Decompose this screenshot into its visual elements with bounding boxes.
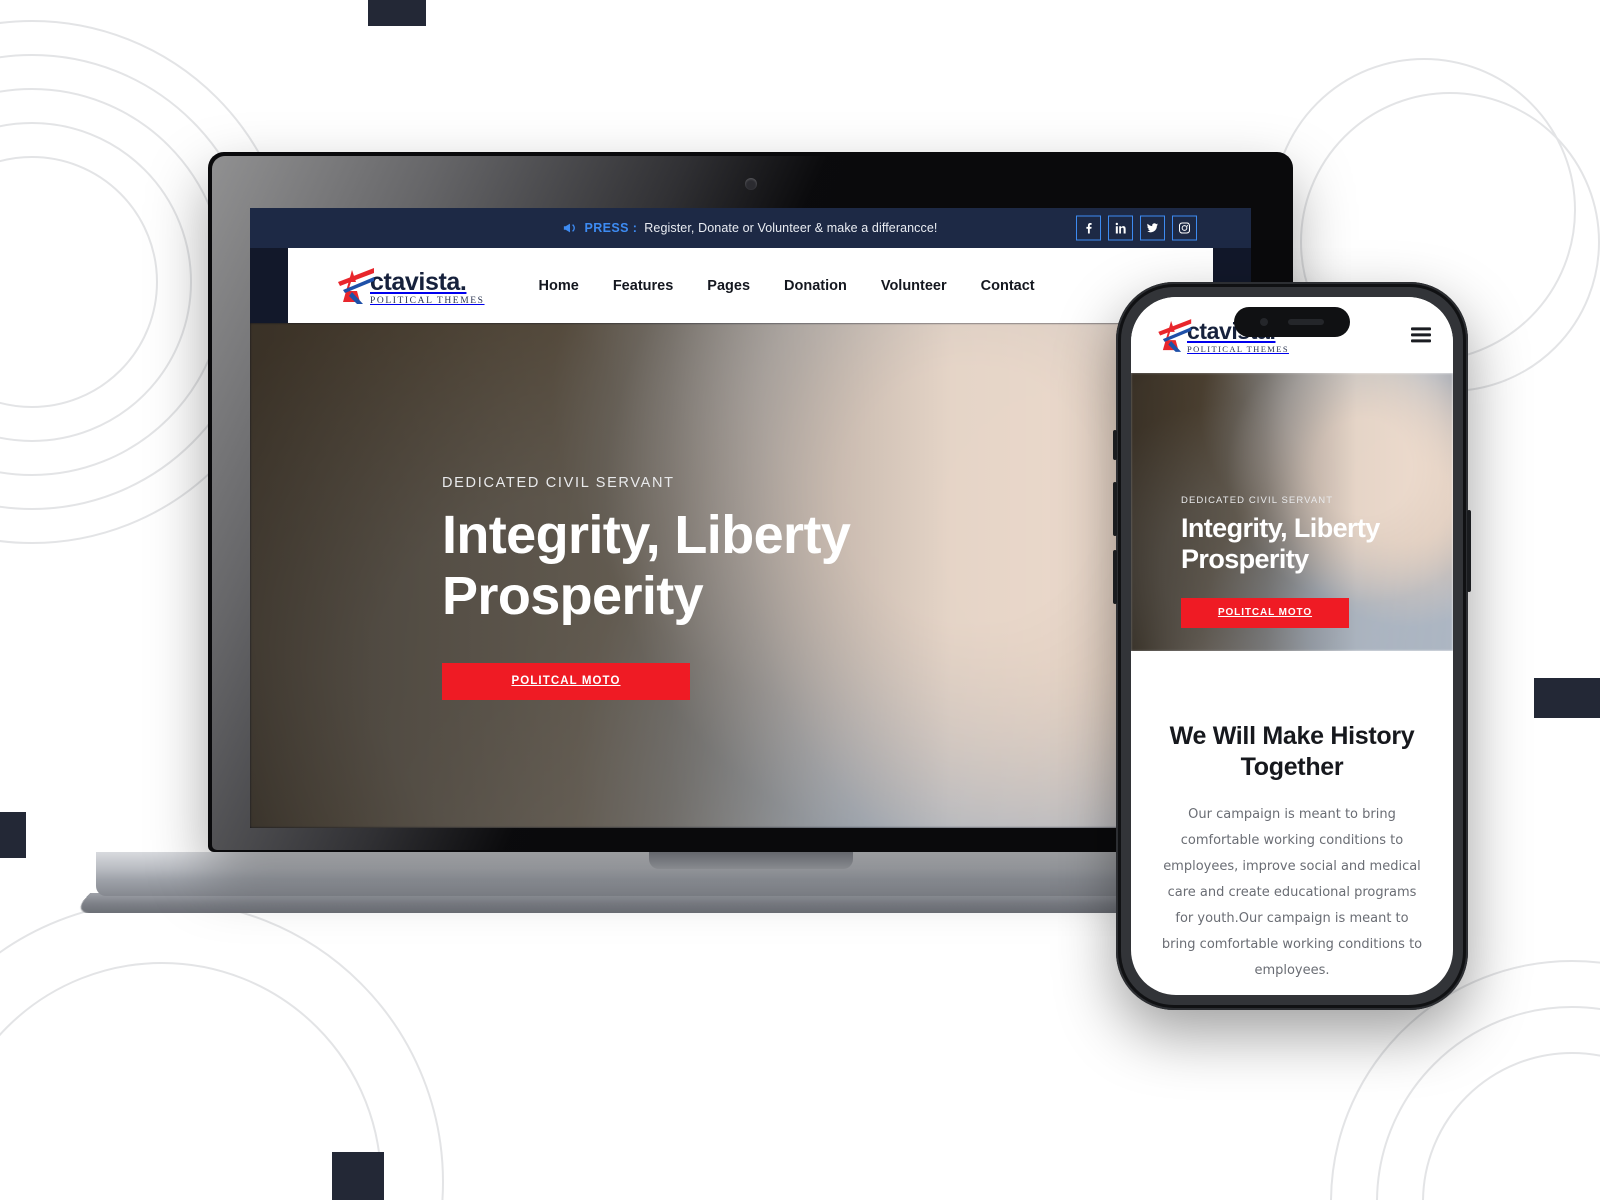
logo-subtitle: POLITICAL THEMES [370,295,485,306]
mobile-section-heading: We Will Make History Together [1169,722,1415,781]
desktop-navbar: ctavista. POLITICAL THEMES Home Features… [288,248,1213,323]
megaphone-icon [563,221,577,236]
linkedin-icon[interactable] [1108,215,1133,241]
hero-heading: Integrity, Liberty Prosperity [442,505,851,627]
press-announcement: PRESS : Register, Donate or Volunteer & … [563,221,937,236]
phone-power-button [1467,510,1471,592]
mobile-website-screen: ctavista. POLITICAL THEMES DEDICATED CIV… [1131,297,1453,995]
nav-item-volunteer[interactable]: Volunteer [881,278,947,294]
site-logo[interactable]: ctavista. POLITICAL THEMES [330,266,485,306]
logo-mark-icon [1151,317,1193,354]
phone-mute-switch [1113,430,1117,460]
decor-square-right [1534,678,1600,718]
nav-item-contact[interactable]: Contact [981,278,1035,294]
desktop-topbar: PRESS : Register, Donate or Volunteer & … [250,208,1251,248]
nav-item-donation[interactable]: Donation [784,278,847,294]
phone-mockup: ctavista. POLITICAL THEMES DEDICATED CIV… [1113,282,1471,1010]
mobile-hero-content: DEDICATED CIVIL SERVANT Integrity, Liber… [1181,495,1411,628]
facebook-icon[interactable] [1076,215,1101,241]
twitter-icon[interactable] [1140,215,1165,241]
hamburger-menu-icon[interactable] [1411,324,1431,345]
front-camera-icon [1260,318,1268,326]
press-message: Register, Donate or Volunteer & make a d… [644,221,938,235]
phone-notch [1234,307,1350,337]
earpiece-speaker [1288,319,1324,325]
mobile-hero: DEDICATED CIVIL SERVANT Integrity, Liber… [1131,373,1453,651]
desktop-hero: DEDICATED CIVIL SERVANT Integrity, Liber… [250,323,1251,828]
decor-square-top [368,0,426,26]
logo-word: ctavista. [370,267,467,296]
phone-volume-up-button [1113,482,1117,536]
mobile-hero-heading: Integrity, Liberty Prosperity [1181,513,1380,575]
mobile-about-section: We Will Make History Together Our campai… [1131,651,1453,995]
mobile-hero-eyebrow: DEDICATED CIVIL SERVANT [1181,495,1334,506]
hero-eyebrow: DEDICATED CIVIL SERVANT [442,475,675,491]
desktop-website-screen: PRESS : Register, Donate or Volunteer & … [250,208,1251,828]
logo-mark-icon [330,266,376,306]
main-navigation: Home Features Pages Donation Volunteer C… [539,278,1035,294]
mobile-hero-cta-button[interactable]: POLITCAL MOTO [1181,597,1349,628]
instagram-icon[interactable] [1172,215,1197,241]
social-links[interactable] [1076,215,1197,241]
hero-cta-button[interactable]: POLITCAL MOTO [442,663,690,701]
phone-volume-down-button [1113,550,1117,604]
logo-text: ctavista. POLITICAL THEMES [370,267,485,306]
hero-content: DEDICATED CIVIL SERVANT Integrity, Liber… [442,475,872,701]
press-label: PRESS : [584,221,638,235]
decor-square-left [0,812,26,858]
nav-item-features[interactable]: Features [613,278,673,294]
decor-square-bottom [332,1152,384,1200]
mobile-logo-subtitle: POLITICAL THEMES [1187,343,1289,354]
nav-item-pages[interactable]: Pages [707,278,750,294]
mobile-section-paragraph: Our campaign is meant to bring comfortab… [1161,807,1423,978]
webcam-icon [744,178,757,190]
nav-item-home[interactable]: Home [539,278,579,294]
mockup-stage: PRESS : Register, Donate or Volunteer & … [0,0,1600,1200]
